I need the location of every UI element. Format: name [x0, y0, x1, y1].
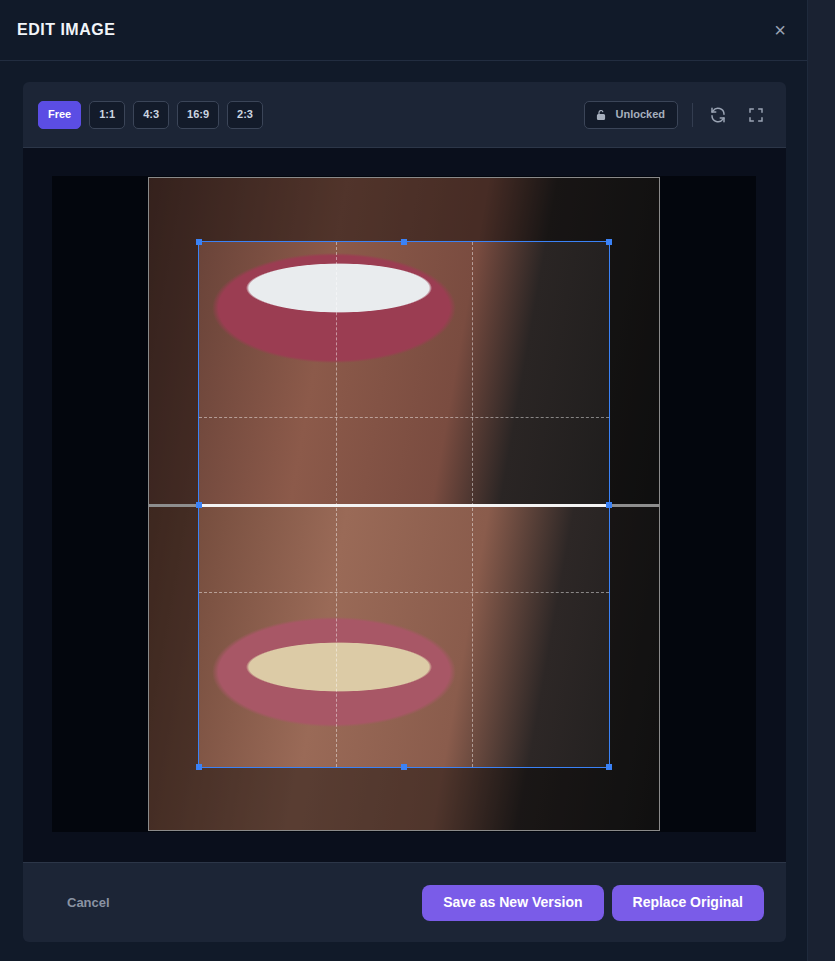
editor-panel: Free 1:1 4:3 16:9 2:3 Unlocked	[23, 82, 786, 942]
lock-button[interactable]: Unlocked	[584, 101, 678, 129]
aspect-ratio-button[interactable]: 1:1	[89, 101, 125, 129]
crop-handle[interactable]	[196, 239, 202, 245]
crop-handle[interactable]	[196, 764, 202, 770]
crop-handle[interactable]	[401, 239, 407, 245]
fullscreen-icon[interactable]	[745, 104, 767, 126]
aspect-ratio-group: Free 1:1 4:3 16:9 2:3	[38, 101, 263, 129]
close-button[interactable]: ×	[770, 20, 790, 40]
dialog-footer: Cancel Save as New Version Replace Origi…	[23, 862, 786, 942]
crop-handle[interactable]	[606, 764, 612, 770]
crop-handle[interactable]	[606, 502, 612, 508]
toolbar: Free 1:1 4:3 16:9 2:3 Unlocked	[23, 82, 786, 148]
rotate-icon[interactable]	[707, 104, 729, 126]
photo	[148, 177, 660, 831]
aspect-ratio-button[interactable]: 16:9	[177, 101, 219, 129]
grid-line	[199, 417, 609, 418]
replace-original-button[interactable]: Replace Original	[612, 885, 764, 921]
aspect-ratio-button[interactable]: 4:3	[133, 101, 169, 129]
crop-handle[interactable]	[606, 239, 612, 245]
edit-image-dialog: EDIT IMAGE × Free 1:1 4:3 16:9 2:3 Unlocked	[0, 0, 808, 961]
crop-canvas	[23, 148, 786, 862]
aspect-ratio-button[interactable]: 2:3	[227, 101, 263, 129]
cancel-button[interactable]: Cancel	[67, 889, 110, 917]
unlock-icon	[595, 109, 607, 121]
dialog-header: EDIT IMAGE ×	[0, 0, 807, 61]
image-stage	[52, 176, 756, 832]
aspect-ratio-button[interactable]: Free	[38, 101, 81, 129]
background-page	[808, 0, 835, 961]
crop-box[interactable]	[198, 241, 610, 768]
grid-line	[472, 242, 473, 767]
save-new-version-button[interactable]: Save as New Version	[422, 885, 603, 921]
grid-line	[336, 242, 337, 767]
crop-handle[interactable]	[401, 764, 407, 770]
dialog-title: EDIT IMAGE	[17, 18, 115, 42]
crop-handle[interactable]	[196, 502, 202, 508]
grid-line	[199, 592, 609, 593]
